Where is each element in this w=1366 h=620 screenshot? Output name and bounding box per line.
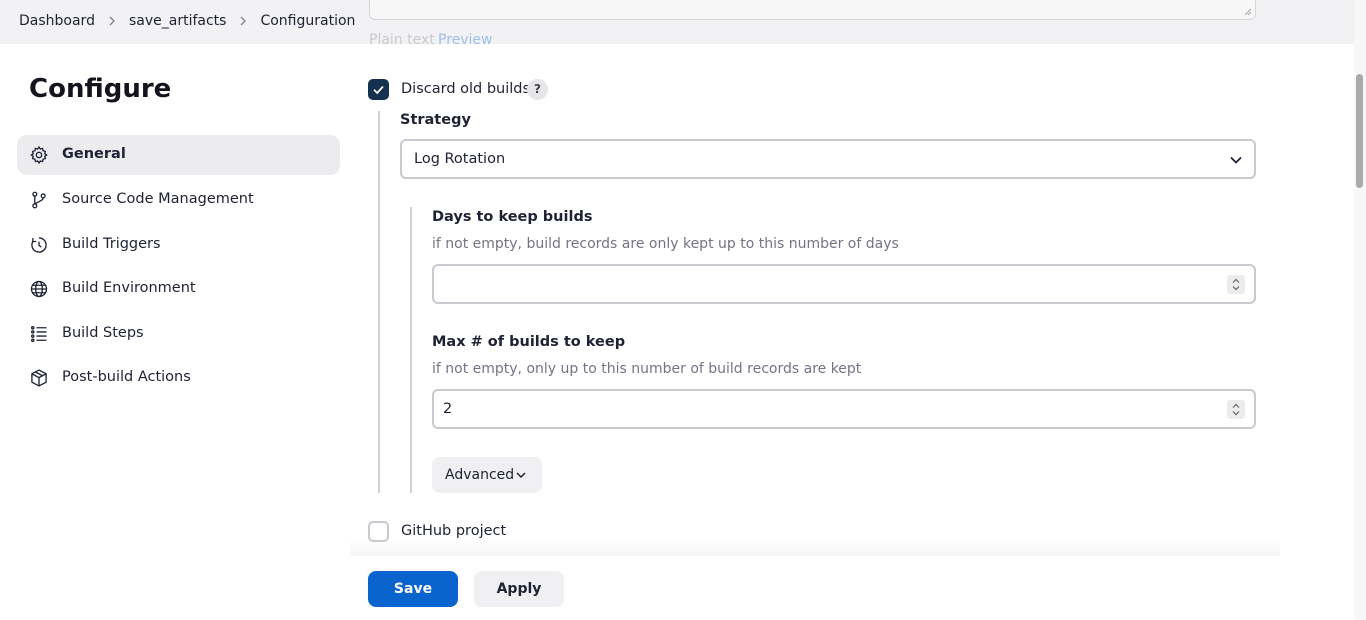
globe-icon (30, 280, 48, 298)
days-to-keep-input[interactable] (432, 264, 1256, 304)
discard-old-builds-label[interactable]: Discard old builds (401, 81, 530, 97)
advanced-button[interactable]: Advanced (432, 457, 542, 493)
preview-link[interactable]: Preview (438, 32, 493, 48)
strategy-label: Strategy (400, 112, 471, 128)
help-icon[interactable]: ? (527, 79, 548, 100)
package-icon (31, 369, 47, 387)
spinner-arrows-icon (1232, 278, 1240, 291)
chevron-down-icon (516, 472, 526, 479)
sidebar-item-post-build-actions[interactable]: Post-build Actions (17, 358, 340, 398)
max-builds-input[interactable]: 2 (432, 389, 1256, 429)
max-builds-description: if not empty, only up to this number of … (432, 361, 862, 377)
sidebar-item-build-steps[interactable]: Build Steps (17, 314, 340, 354)
number-spinner[interactable] (1227, 275, 1245, 294)
section-indent-line (378, 111, 380, 493)
sidebar-item-label: General (62, 146, 126, 162)
sidebar-item-source-code-management[interactable]: Source Code Management (17, 180, 340, 220)
sidebar-item-general[interactable]: General (17, 135, 340, 175)
strategy-indent-line (410, 207, 412, 493)
number-spinner[interactable] (1227, 400, 1245, 419)
days-to-keep-label: Days to keep builds (432, 209, 593, 225)
sidebar-item-label: Post-build Actions (62, 369, 191, 385)
advanced-button-label: Advanced (445, 467, 515, 483)
sidebar-item-label: Build Triggers (62, 236, 161, 252)
max-builds-value: 2 (443, 401, 453, 417)
breadcrumb-job[interactable]: save_artifacts (129, 13, 226, 29)
github-project-checkbox[interactable] (368, 521, 389, 542)
breadcrumb-dashboard[interactable]: Dashboard (19, 13, 95, 29)
spinner-arrows-icon (1232, 403, 1240, 416)
sidebar-item-build-environment[interactable]: Build Environment (17, 269, 340, 309)
description-textarea[interactable] (369, 0, 1256, 20)
discard-old-builds-checkbox[interactable] (368, 79, 389, 100)
sidebar-item-build-triggers[interactable]: Build Triggers (17, 225, 340, 265)
list-icon (31, 326, 47, 343)
github-project-label[interactable]: GitHub project (401, 523, 506, 539)
checkmark-icon (373, 85, 384, 95)
max-builds-label: Max # of builds to keep (432, 334, 626, 350)
clock-icon (31, 237, 47, 253)
sidebar-item-label: Build Environment (62, 280, 196, 296)
save-button[interactable]: Save (368, 571, 458, 607)
breadcrumb: Dashboard save_artifacts Configuration (19, 13, 355, 29)
breadcrumb-configuration[interactable]: Configuration (260, 13, 355, 29)
sidebar-item-label: Source Code Management (62, 191, 254, 207)
sidebar-item-label: Build Steps (62, 325, 144, 341)
scrollbar-thumb[interactable] (1356, 74, 1363, 188)
resize-grip-icon[interactable] (1244, 8, 1252, 16)
gear-icon (30, 145, 48, 165)
chevron-right-icon (95, 14, 129, 29)
days-to-keep-description: if not empty, build records are only kep… (432, 236, 899, 252)
chevron-right-icon (226, 14, 260, 29)
strategy-selected-value: Log Rotation (414, 151, 506, 167)
plain-text-label: Plain text (369, 32, 435, 48)
apply-button[interactable]: Apply (474, 571, 564, 607)
git-branch-icon (32, 191, 46, 209)
strategy-select[interactable]: Log Rotation (400, 139, 1256, 179)
chevron-down-icon (1230, 156, 1242, 164)
page-title: Configure (29, 74, 172, 104)
